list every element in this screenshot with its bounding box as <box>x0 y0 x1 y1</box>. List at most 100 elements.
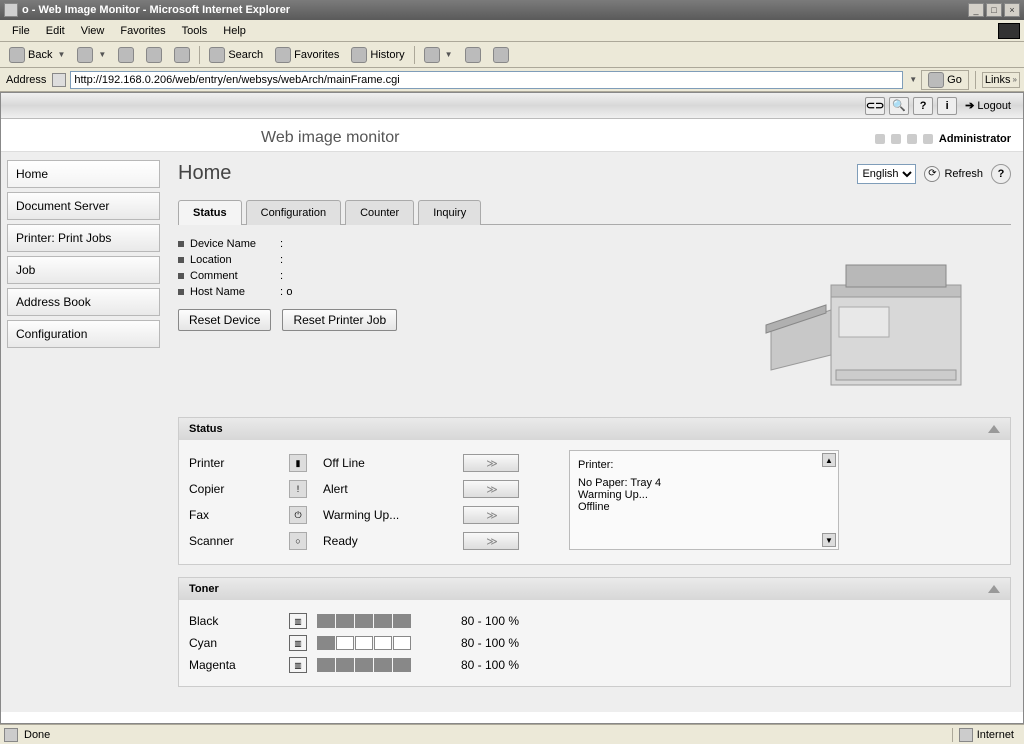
forward-button[interactable]: ▼ <box>72 44 111 66</box>
msg-line-2: Warming Up... <box>578 489 830 501</box>
mini-icon-1 <box>875 134 885 144</box>
printer-status: Off Line <box>323 456 463 470</box>
logout-label: Logout <box>977 100 1011 112</box>
sidebar-item-job[interactable]: Job <box>7 256 160 284</box>
menubar: File Edit View Favorites Tools Help <box>0 20 1024 42</box>
links-button[interactable]: Links» <box>982 72 1020 88</box>
url-input[interactable] <box>70 71 903 89</box>
stop-button[interactable] <box>113 44 139 66</box>
address-label: Address <box>4 74 48 86</box>
search-button[interactable]: Search <box>204 44 268 66</box>
copier-detail-button[interactable]: ≫ <box>463 480 519 498</box>
tab-inquiry[interactable]: Inquiry <box>418 200 481 225</box>
zone-icon <box>959 728 973 742</box>
help-top-icon[interactable]: ? <box>913 97 933 115</box>
toner-cartridge-icon: ▥ <box>289 613 307 629</box>
tabs: Status Configuration Counter Inquiry <box>178 199 1011 225</box>
toner-cyan-bar <box>317 636 437 650</box>
favorites-icon <box>275 47 291 63</box>
fax-status-icon: ⏻ <box>289 506 307 524</box>
sidebar-item-configuration[interactable]: Configuration <box>7 320 160 348</box>
search-page-icon[interactable]: 🔍 <box>889 97 909 115</box>
page-title: Home <box>178 162 231 185</box>
status-text: Done <box>24 729 50 741</box>
toner-panel: Toner Black ▥ 80 - 100 % Cyan ▥ 80 - 100… <box>178 577 1011 687</box>
refresh-circle-icon: ⟳ <box>924 166 940 182</box>
tab-configuration[interactable]: Configuration <box>246 200 341 225</box>
printer-detail-button[interactable]: ≫ <box>463 454 519 472</box>
search-icon <box>209 47 225 63</box>
home-button-tb[interactable] <box>169 44 195 66</box>
hostname-val: o <box>286 286 292 298</box>
msg-line-1: No Paper: Tray 4 <box>578 477 830 489</box>
tab-counter[interactable]: Counter <box>345 200 414 225</box>
menu-tools[interactable]: Tools <box>174 23 216 39</box>
sidebar-item-address-book[interactable]: Address Book <box>7 288 160 316</box>
language-select[interactable]: English <box>857 164 916 184</box>
printer-label: Printer <box>189 456 289 470</box>
history-button[interactable]: History <box>346 44 409 66</box>
help-button[interactable]: ? <box>991 164 1011 184</box>
back-label: Back <box>28 49 52 61</box>
maximize-button[interactable]: □ <box>986 3 1002 17</box>
window-title: o - Web Image Monitor - Microsoft Intern… <box>22 4 966 16</box>
collapse-toner-icon[interactable] <box>988 585 1000 593</box>
stop-icon <box>118 47 134 63</box>
link-icon[interactable]: ⊂⊃ <box>865 97 885 115</box>
menu-file[interactable]: File <box>4 23 38 39</box>
sidebar-item-print-jobs[interactable]: Printer: Print Jobs <box>7 224 160 252</box>
scanner-status-icon: ○ <box>289 532 307 550</box>
edit-icon <box>493 47 509 63</box>
close-button[interactable]: × <box>1004 3 1020 17</box>
tab-status[interactable]: Status <box>178 200 242 225</box>
edit-button-tb[interactable] <box>488 44 514 66</box>
mini-icon-3 <box>907 134 917 144</box>
minimize-button[interactable]: _ <box>968 3 984 17</box>
scroll-up-button[interactable]: ▲ <box>822 453 836 467</box>
status-heading: Status <box>189 423 223 435</box>
sidebar: Home Document Server Printer: Print Jobs… <box>1 152 166 712</box>
toner-cyan-value: 80 - 100 % <box>461 636 519 650</box>
sidebar-item-document-server[interactable]: Document Server <box>7 192 160 220</box>
refresh-label: Refresh <box>944 168 983 180</box>
scanner-detail-button[interactable]: ≫ <box>463 532 519 550</box>
toner-magenta-label: Magenta <box>189 658 289 672</box>
refresh-icon <box>146 47 162 63</box>
toner-magenta-bar <box>317 658 437 672</box>
toner-black-label: Black <box>189 614 289 628</box>
reset-printer-button[interactable]: Reset Printer Job <box>282 309 397 331</box>
back-icon <box>9 47 25 63</box>
logout-button[interactable]: ➔Logout <box>961 99 1015 112</box>
url-dropdown[interactable]: ▼ <box>909 75 917 84</box>
reset-device-button[interactable]: Reset Device <box>178 309 271 331</box>
user-area: Administrator <box>875 133 1011 145</box>
menu-view[interactable]: View <box>73 23 113 39</box>
favorites-button[interactable]: Favorites <box>270 44 344 66</box>
product-title: Web image monitor <box>261 129 399 147</box>
collapse-status-icon[interactable] <box>988 425 1000 433</box>
addressbar: Address ▼ Go Links» <box>0 68 1024 92</box>
mini-icon-4 <box>923 134 933 144</box>
menu-help[interactable]: Help <box>215 23 254 39</box>
refresh-button-tb[interactable] <box>141 44 167 66</box>
mail-button[interactable]: ▼ <box>419 44 458 66</box>
sidebar-item-home[interactable]: Home <box>7 160 160 188</box>
go-button[interactable]: Go <box>921 70 969 90</box>
back-button[interactable]: Back▼ <box>4 44 70 66</box>
go-label: Go <box>947 74 962 86</box>
scanner-label: Scanner <box>189 534 289 548</box>
mini-icon-2 <box>891 134 901 144</box>
comment-key: Comment <box>190 270 280 282</box>
menu-edit[interactable]: Edit <box>38 23 73 39</box>
fax-detail-button[interactable]: ≫ <box>463 506 519 524</box>
location-key: Location <box>190 254 280 266</box>
print-button[interactable] <box>460 44 486 66</box>
scroll-down-button[interactable]: ▼ <box>822 533 836 547</box>
device-name-key: Device Name <box>190 238 280 250</box>
info-icon[interactable]: i <box>937 97 957 115</box>
toner-black-value: 80 - 100 % <box>461 614 519 628</box>
msg-line-3: Offline <box>578 501 830 513</box>
toner-cartridge-icon: ▥ <box>289 657 307 673</box>
refresh-button[interactable]: ⟳ Refresh <box>924 166 983 182</box>
menu-favorites[interactable]: Favorites <box>112 23 173 39</box>
